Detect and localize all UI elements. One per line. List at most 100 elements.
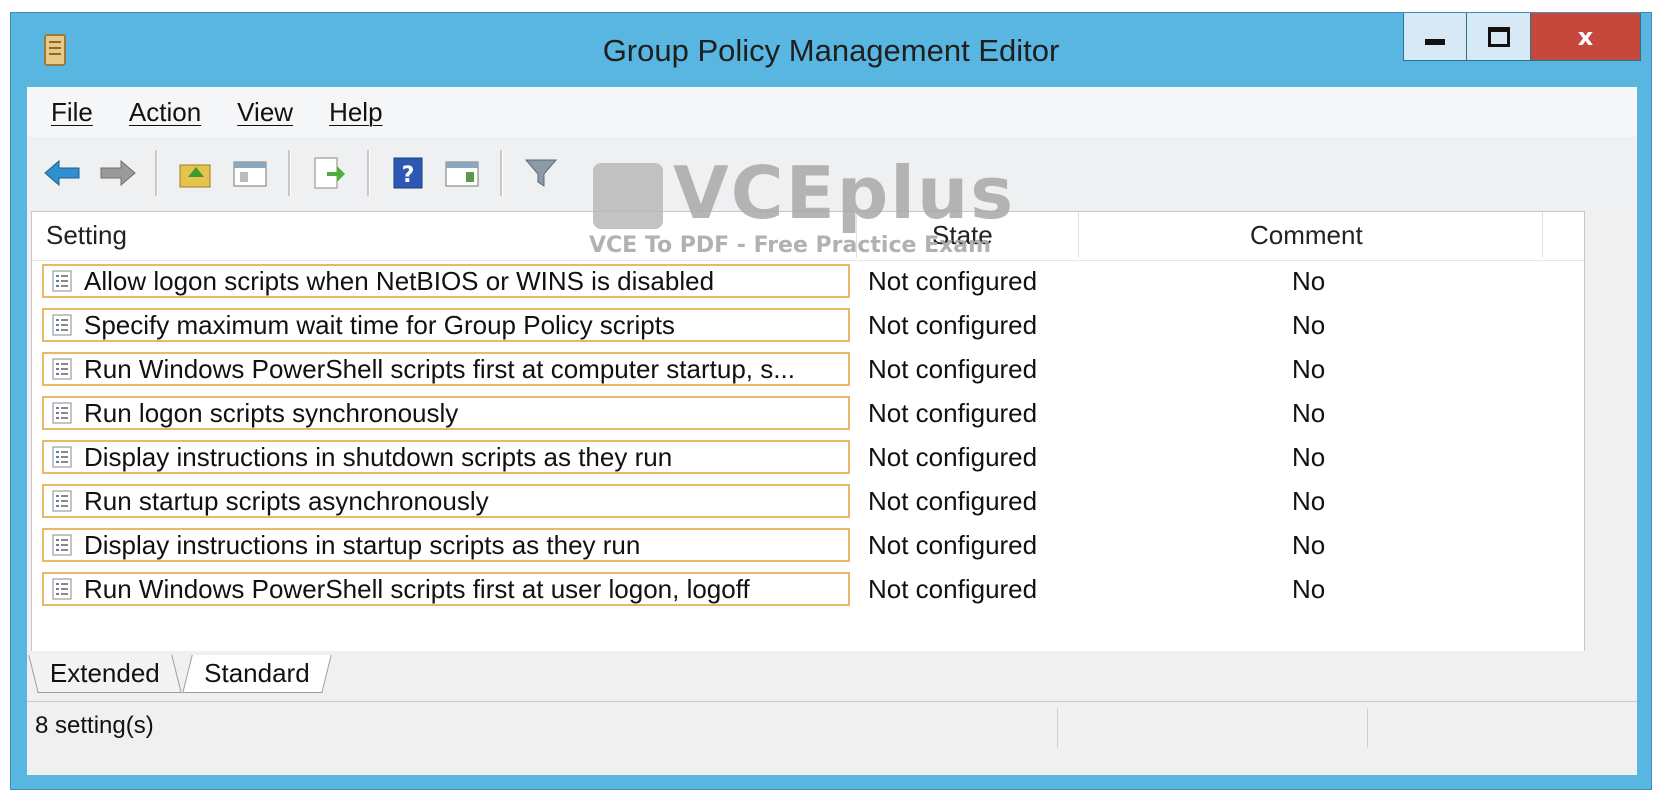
setting-comment: No (1292, 486, 1326, 516)
setting-cell[interactable]: Run Windows PowerShell scripts first at … (42, 352, 850, 386)
setting-comment: No (1292, 574, 1326, 604)
settings-count: 8 setting(s) (35, 712, 154, 739)
setting-state: Not configured (868, 398, 1038, 428)
column-divider[interactable] (1542, 212, 1543, 258)
setting-state: Not configured (868, 310, 1038, 340)
setting-cell[interactable]: Allow logon scripts when NetBIOS or WINS… (42, 264, 850, 298)
column-divider[interactable] (856, 212, 857, 258)
setting-comment: No (1292, 530, 1326, 560)
status-divider (1057, 708, 1058, 748)
close-icon: x (1577, 22, 1594, 51)
setting-comment: No (1292, 442, 1326, 472)
minimize-button[interactable] (1403, 13, 1467, 61)
policy-setting-icon (52, 534, 72, 556)
caption-buttons: x (1403, 13, 1641, 65)
policy-setting-icon (52, 358, 72, 380)
tab-extended-label: Extended (49, 658, 160, 688)
table-row[interactable]: Display instructions in startup scripts … (32, 526, 1584, 570)
toolbar-separator (155, 150, 158, 196)
up-folder-icon (179, 164, 211, 188)
table-row[interactable]: Run startup scripts asynchronously Not co… (32, 482, 1584, 526)
setting-name: Run logon scripts synchronously (84, 397, 459, 428)
show-action-pane-icon (445, 161, 479, 187)
setting-state: Not configured (868, 266, 1038, 296)
setting-cell[interactable]: Run Windows PowerShell scripts first at … (42, 572, 850, 606)
setting-name: Run startup scripts asynchronously (84, 485, 489, 516)
policy-setting-icon (52, 402, 72, 424)
maximize-icon (1487, 26, 1510, 47)
setting-cell[interactable]: Display instructions in startup scripts … (42, 528, 850, 562)
setting-state: Not configured (868, 354, 1038, 384)
main-window: Group Policy Management Editor x File Ac… (10, 12, 1652, 790)
filter-button[interactable] (521, 153, 561, 193)
show-action-pane-button[interactable] (442, 153, 482, 193)
column-header-comment[interactable]: Comment (1250, 220, 1363, 251)
tab-standard[interactable]: Standard (182, 655, 332, 693)
help-button[interactable]: ? (388, 153, 428, 193)
status-bar: 8 setting(s) (27, 701, 1637, 752)
forward-button[interactable] (97, 153, 137, 193)
svg-text:?: ? (402, 163, 415, 188)
back-button[interactable] (43, 153, 83, 193)
menu-bar: File Action View Help (27, 87, 1637, 137)
policy-setting-icon (52, 270, 72, 292)
menu-help[interactable]: Help (329, 97, 382, 128)
menu-view[interactable]: View (237, 97, 293, 128)
status-divider (1367, 708, 1368, 748)
setting-cell[interactable]: Run startup scripts asynchronously (42, 484, 850, 518)
forward-arrow-icon (100, 159, 136, 187)
setting-state: Not configured (868, 486, 1038, 516)
export-list-button[interactable] (309, 153, 349, 193)
view-tabs: Extended Standard (27, 651, 1637, 699)
list-header: Setting State Comment (32, 212, 1584, 261)
show-hide-tree-icon (233, 161, 267, 187)
toolbar-separator (367, 150, 370, 196)
toolbar-separator (500, 150, 503, 196)
menu-file[interactable]: File (51, 97, 93, 128)
table-row[interactable]: Run Windows PowerShell scripts first at … (32, 570, 1584, 614)
setting-cell[interactable]: Run logon scripts synchronously (42, 396, 850, 430)
setting-name: Specify maximum wait time for Group Poli… (84, 309, 675, 340)
setting-name: Display instructions in startup scripts … (84, 529, 641, 560)
close-button[interactable]: x (1531, 13, 1641, 61)
table-row[interactable]: Run logon scripts synchronously Not confi… (32, 394, 1584, 438)
export-list-icon (314, 157, 345, 189)
setting-state: Not configured (868, 442, 1038, 472)
up-one-level-button[interactable] (176, 153, 216, 193)
setting-name: Display instructions in shutdown scripts… (84, 441, 673, 472)
setting-cell[interactable]: Display instructions in shutdown scripts… (42, 440, 850, 474)
setting-state: Not configured (868, 574, 1038, 604)
policy-setting-icon (52, 490, 72, 512)
client-area: File Action View Help ? Setting State Co… (27, 87, 1637, 775)
table-row[interactable]: Display instructions in shutdown scripts… (32, 438, 1584, 482)
policy-setting-icon (52, 314, 72, 336)
policy-setting-icon (52, 578, 72, 600)
setting-cell[interactable]: Specify maximum wait time for Group Poli… (42, 308, 850, 342)
setting-comment: No (1292, 266, 1326, 296)
menu-action[interactable]: Action (129, 97, 201, 128)
table-row[interactable]: Specify maximum wait time for Group Poli… (32, 306, 1584, 350)
toolbar: ? (27, 137, 1637, 209)
maximize-button[interactable] (1467, 13, 1531, 61)
help-icon: ? (393, 157, 423, 189)
minimize-icon (1425, 38, 1445, 45)
setting-comment: No (1292, 398, 1326, 428)
show-hide-tree-button[interactable] (230, 153, 270, 193)
tab-extended[interactable]: Extended (28, 655, 182, 693)
back-arrow-icon (44, 159, 80, 187)
setting-comment: No (1292, 310, 1326, 340)
setting-name: Allow logon scripts when NetBIOS or WINS… (84, 265, 715, 296)
title-bar[interactable]: Group Policy Management Editor x (11, 13, 1651, 87)
setting-comment: No (1292, 354, 1326, 384)
settings-list: Setting State Comment Allow logon script… (31, 211, 1585, 653)
setting-name: Run Windows PowerShell scripts first at … (84, 573, 750, 604)
column-header-setting[interactable]: Setting (46, 220, 127, 251)
setting-state: Not configured (868, 530, 1038, 560)
table-row[interactable]: Allow logon scripts when NetBIOS or WINS… (32, 262, 1584, 306)
column-divider[interactable] (1078, 212, 1079, 258)
setting-name: Run Windows PowerShell scripts first at … (84, 353, 795, 384)
table-row[interactable]: Run Windows PowerShell scripts first at … (32, 350, 1584, 394)
column-header-state[interactable]: State (932, 220, 993, 251)
filter-icon (524, 159, 558, 187)
toolbar-separator (288, 150, 291, 196)
